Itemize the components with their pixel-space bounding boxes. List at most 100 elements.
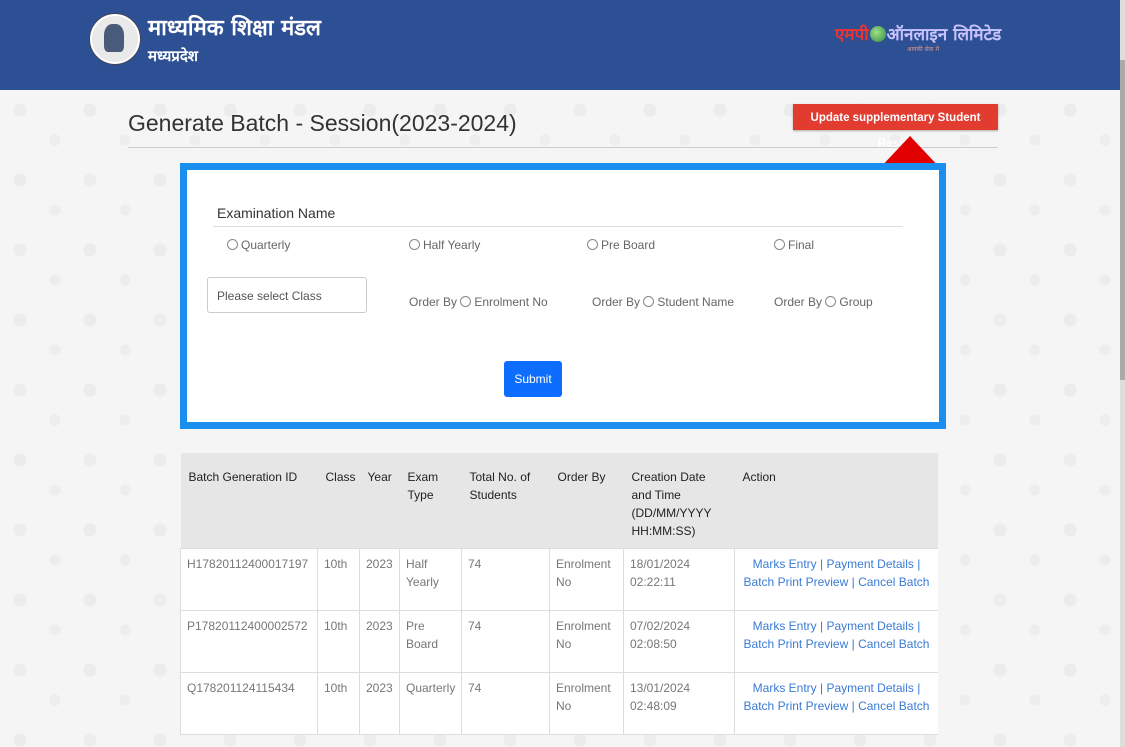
order-by-prefix: Order By (409, 295, 458, 309)
radio-circle-icon[interactable] (774, 239, 785, 250)
year-cell: 2023 (359, 548, 400, 611)
batch-table-container: Batch Generation ID Class Year Exam Type… (180, 453, 938, 747)
exam-type-label: Half Yearly (423, 238, 481, 252)
order-by-cell: Enrolment No (549, 610, 624, 673)
exam-type-cell: Quarterly (399, 672, 462, 735)
column-header: Batch Generation ID (180, 453, 318, 549)
creation-time: 02:48:09 (630, 699, 677, 713)
order-by-cell: Enrolment No (549, 548, 624, 611)
board-title: माध्यमिक शिक्षा मंडल (148, 16, 321, 41)
radio-circle-icon[interactable] (643, 296, 655, 307)
update-supplementary-result-button[interactable]: Update supplementary Student Result (793, 104, 998, 150)
column-header: Total No. of Students (461, 453, 550, 549)
marks-entry-link[interactable]: Marks Entry (753, 619, 817, 633)
site-header: माध्यमिक शिक्षा मंडल मध्यप्रदेश एमपी ऑनला… (0, 0, 1120, 90)
table-header-row: Batch Generation ID Class Year Exam Type… (180, 453, 938, 549)
exam-type-cell: Half Yearly (399, 548, 462, 611)
payment-details-link[interactable]: Payment Details (826, 557, 913, 571)
action-cell: Marks Entry | Payment Details | Batch Pr… (734, 548, 938, 611)
batch-print-preview-link[interactable]: Batch Print Preview (744, 575, 849, 589)
payment-details-link[interactable]: Payment Details (826, 619, 913, 633)
examination-name-label: Examination Name (217, 205, 336, 221)
creation-date-cell: 18/01/2024 02:22:11 (623, 548, 735, 611)
batch-id-cell: H17820112400017197 (180, 548, 318, 611)
batch-print-preview-link[interactable]: Batch Print Preview (744, 637, 849, 651)
order-option-label: Group (839, 295, 873, 309)
order-option-label: Enrolment No (474, 295, 548, 309)
exam-type-label: Pre Board (601, 238, 656, 252)
radio-circle-icon[interactable] (227, 239, 238, 250)
batch-form: Examination Name Quarterly Half Yearly P… (180, 163, 946, 429)
order-option-label: Student Name (657, 295, 735, 309)
action-cell: Marks Entry | Payment Details | Batch Pr… (734, 610, 938, 673)
order-by-student-name[interactable]: Order By Student Name (592, 295, 734, 309)
batch-id-cell: P17820112400002572 (180, 610, 318, 673)
table-row: P17820112400002572 10th 2023 Pre Board 7… (180, 610, 938, 673)
cancel-batch-link[interactable]: Cancel Batch (858, 575, 929, 589)
separator: | (851, 575, 855, 589)
separator: | (917, 557, 921, 571)
separator: | (820, 681, 824, 695)
column-header: Order By (549, 453, 624, 549)
batch-id-cell: Q178201124115434 (180, 672, 318, 735)
creation-time: 02:08:50 (630, 637, 677, 651)
class-select[interactable]: Please select Class (207, 277, 367, 313)
order-by-enrolment-no[interactable]: Order By Enrolment No (409, 295, 548, 309)
separator: | (851, 637, 855, 651)
total-students-cell: 74 (461, 548, 550, 611)
exam-type-pre-board[interactable]: Pre Board (587, 238, 655, 252)
order-by-prefix: Order By (592, 295, 641, 309)
payment-details-link[interactable]: Payment Details (826, 681, 913, 695)
board-subtitle: मध्यप्रदेश (148, 47, 199, 65)
exam-type-half-yearly[interactable]: Half Yearly (409, 238, 480, 252)
globe-icon (869, 26, 886, 42)
year-cell: 2023 (359, 610, 400, 673)
radio-circle-icon[interactable] (409, 239, 420, 250)
batch-print-preview-link[interactable]: Batch Print Preview (744, 699, 849, 713)
creation-date-cell: 13/01/2024 02:48:09 (623, 672, 735, 735)
order-by-cell: Enrolment No (549, 672, 624, 735)
mponline-tagline: आपकी सेवा में (907, 46, 940, 53)
marks-entry-link[interactable]: Marks Entry (753, 681, 817, 695)
separator: | (851, 699, 855, 713)
separator: | (917, 681, 921, 695)
table-row: Q178201124115434 10th 2023 Quarterly 74 … (180, 672, 938, 735)
exam-type-quarterly[interactable]: Quarterly (227, 238, 290, 252)
radio-circle-icon[interactable] (587, 239, 598, 250)
total-students-cell: 74 (461, 672, 550, 735)
order-by-prefix: Order By (774, 295, 823, 309)
cancel-batch-link[interactable]: Cancel Batch (858, 637, 929, 651)
exam-type-label: Final (788, 238, 815, 252)
creation-date-cell: 07/02/2024 02:08:50 (623, 610, 735, 673)
separator: | (820, 619, 824, 633)
exam-divider (213, 226, 903, 227)
submit-button[interactable]: Submit (504, 361, 562, 397)
creation-date: 18/01/2024 (630, 557, 691, 571)
marks-entry-link[interactable]: Marks Entry (753, 557, 817, 571)
radio-circle-icon[interactable] (825, 296, 837, 307)
mponline-logo-suffix: ऑनलाइन लिमिटेड (886, 25, 1002, 45)
action-cell: Marks Entry | Payment Details | Batch Pr… (734, 672, 938, 735)
creation-time: 02:22:11 (630, 575, 676, 589)
exam-type-final[interactable]: Final (774, 238, 814, 252)
separator: | (820, 557, 824, 571)
class-cell: 10th (317, 610, 360, 673)
column-header: Exam Type (399, 453, 462, 549)
year-cell: 2023 (359, 672, 400, 735)
separator: | (917, 619, 921, 633)
column-header: Action (734, 453, 938, 549)
order-by-group[interactable]: Order By Group (774, 295, 873, 309)
class-cell: 10th (317, 548, 360, 611)
creation-date: 13/01/2024 (630, 681, 691, 695)
page-scrollbar[interactable] (1120, 0, 1125, 747)
mponline-logo-prefix: एमपी (835, 25, 869, 45)
scrollbar-thumb[interactable] (1120, 60, 1125, 380)
batch-table: Batch Generation ID Class Year Exam Type… (180, 453, 938, 735)
mponline-logo: एमपी ऑनलाइन लिमिटेड आपकी सेवा में (835, 22, 1035, 64)
cancel-batch-link[interactable]: Cancel Batch (858, 699, 929, 713)
board-emblem-icon (90, 14, 140, 64)
class-cell: 10th (317, 672, 360, 735)
radio-circle-icon[interactable] (460, 296, 472, 307)
title-divider (128, 147, 998, 148)
column-header: Creation Date and Time (DD/MM/YYYY HH:MM… (623, 453, 735, 549)
